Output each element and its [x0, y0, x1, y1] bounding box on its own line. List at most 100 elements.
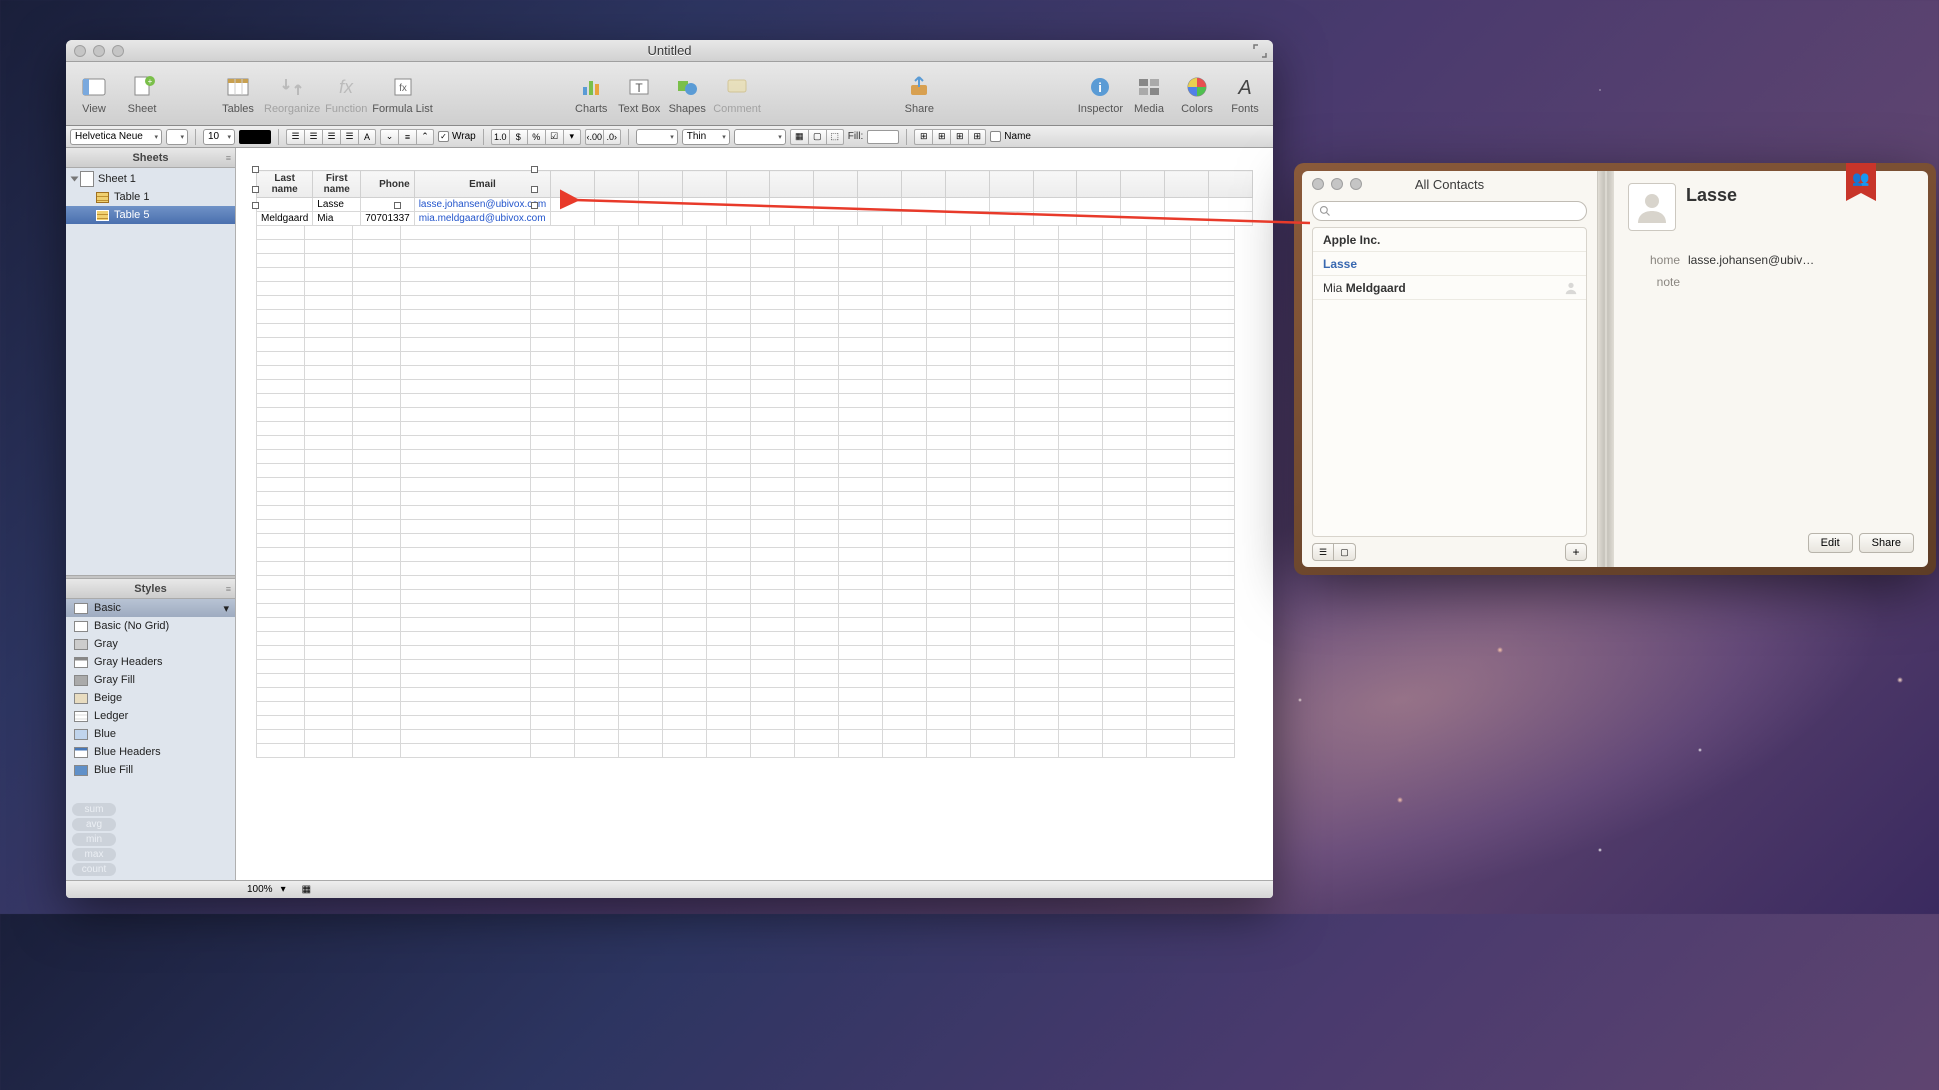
- zoom-menu-icon[interactable]: ▾: [281, 884, 286, 895]
- numbers-titlebar[interactable]: Untitled: [66, 40, 1273, 62]
- svg-text:fx: fx: [399, 83, 407, 94]
- table-row[interactable]: Lasse lasse.johansen@ubivox.com: [257, 198, 1253, 212]
- numbers-app-window: Untitled View + Sheet Tables Reorganize …: [66, 40, 1273, 898]
- valign-mid-button[interactable]: ≡: [398, 129, 416, 145]
- zoom-button[interactable]: [1350, 178, 1362, 190]
- view-button[interactable]: View: [72, 73, 116, 115]
- table-row[interactable]: Meldgaard Mia 70701337 mia.meldgaard@ubi…: [257, 212, 1253, 226]
- empty-grid-area[interactable]: [256, 225, 1235, 758]
- style-gray[interactable]: Gray: [66, 635, 235, 653]
- align-auto-button[interactable]: A: [358, 129, 376, 145]
- shapes-button[interactable]: Shapes: [665, 73, 709, 115]
- table-item-5[interactable]: Table 5: [66, 206, 235, 224]
- wrap-checkbox[interactable]: ✓Wrap: [438, 131, 476, 142]
- min-pill[interactable]: min: [72, 833, 116, 846]
- minimize-button[interactable]: [1331, 178, 1343, 190]
- sheet-button[interactable]: + Sheet: [120, 73, 164, 115]
- contact-photo[interactable]: [1628, 183, 1676, 231]
- add-contact-button[interactable]: +: [1565, 543, 1587, 561]
- avg-pill[interactable]: avg: [72, 818, 116, 831]
- col-firstname[interactable]: First name: [313, 171, 361, 198]
- textbox-button[interactable]: T Text Box: [617, 73, 661, 115]
- align-right-button[interactable]: ☰: [322, 129, 340, 145]
- contact-list-item-group[interactable]: Apple Inc.: [1313, 228, 1586, 252]
- view-card-button[interactable]: ▢: [1334, 543, 1356, 561]
- style-basic[interactable]: Basic▾: [66, 599, 235, 617]
- cols-button[interactable]: ⊞: [950, 129, 968, 145]
- dec-increase-button[interactable]: .0›: [603, 129, 621, 145]
- style-gray-fill[interactable]: Gray Fill: [66, 671, 235, 689]
- valign-top-button[interactable]: ⌄: [380, 129, 398, 145]
- border-all-button[interactable]: ▦: [790, 129, 808, 145]
- border-out-button[interactable]: ▢: [808, 129, 826, 145]
- style-blue-fill[interactable]: Blue Fill: [66, 761, 235, 779]
- zoom-level[interactable]: 100%: [247, 884, 273, 895]
- col-phone[interactable]: Phone: [361, 171, 415, 198]
- contacts-titlebar[interactable]: All Contacts: [1302, 171, 1597, 197]
- contacts-search-input[interactable]: [1312, 201, 1587, 221]
- data-table[interactable]: Last name First name Phone Email Lasse: [256, 170, 1253, 226]
- col-lastname[interactable]: Last name: [257, 171, 313, 198]
- share-button[interactable]: Share: [1859, 533, 1914, 553]
- media-button[interactable]: Media: [1127, 73, 1171, 115]
- col-email[interactable]: Email: [414, 171, 550, 198]
- footers-button[interactable]: ⊞: [932, 129, 950, 145]
- align-left-button[interactable]: ☰: [286, 129, 304, 145]
- sheet-canvas[interactable]: Last name First name Phone Email Lasse: [236, 148, 1273, 880]
- style-basic-nogrid[interactable]: Basic (No Grid): [66, 617, 235, 635]
- headers-button[interactable]: ⊞: [914, 129, 932, 145]
- align-justify-button[interactable]: ☰: [340, 129, 358, 145]
- function-button[interactable]: fx Function: [324, 73, 368, 115]
- view-list-button[interactable]: ☰: [1312, 543, 1334, 561]
- contacts-list: Apple Inc. Lasse Mia Meldgaard: [1312, 227, 1587, 537]
- border-weight-select[interactable]: Thin: [682, 129, 730, 145]
- dec-decrease-button[interactable]: ‹.00: [585, 129, 603, 145]
- colors-button[interactable]: Colors: [1175, 73, 1219, 115]
- tables-button[interactable]: Tables: [216, 73, 260, 115]
- sum-pill[interactable]: sum: [72, 803, 116, 816]
- style-ledger[interactable]: Ledger: [66, 707, 235, 725]
- valign-bottom-button[interactable]: ⌃: [416, 129, 434, 145]
- formula-list-button[interactable]: fx Formula List: [372, 73, 433, 115]
- sheet-item[interactable]: Sheet 1: [66, 170, 235, 188]
- col-blank-1[interactable]: [551, 171, 595, 198]
- close-button[interactable]: [1312, 178, 1324, 190]
- name-checkbox[interactable]: Name: [990, 131, 1031, 142]
- more-fmt-button[interactable]: ▾: [563, 129, 581, 145]
- number-format-group: 1.0 $ % ☑ ▾: [491, 129, 581, 145]
- border-none-button[interactable]: ⬚: [826, 129, 844, 145]
- border-color-select[interactable]: [734, 129, 786, 145]
- rows-button[interactable]: ⊞: [968, 129, 986, 145]
- share-button[interactable]: Share: [897, 73, 941, 115]
- view-label: View: [82, 103, 106, 115]
- bookmark-icon[interactable]: 👥: [1846, 163, 1876, 193]
- style-gray-headers[interactable]: Gray Headers: [66, 653, 235, 671]
- font-style-select[interactable]: [166, 129, 188, 145]
- fill-color-swatch[interactable]: [867, 130, 899, 144]
- count-pill[interactable]: count: [72, 863, 116, 876]
- align-center-button[interactable]: ☰: [304, 129, 322, 145]
- checkbox-fmt-button[interactable]: ☑: [545, 129, 563, 145]
- font-size-select[interactable]: 10: [203, 129, 235, 145]
- style-blue[interactable]: Blue: [66, 725, 235, 743]
- style-beige[interactable]: Beige: [66, 689, 235, 707]
- contact-list-item-lasse[interactable]: Lasse: [1313, 252, 1586, 276]
- contact-list-item-mia[interactable]: Mia Meldgaard: [1313, 276, 1586, 300]
- email-value[interactable]: lasse.johansen@ubiv…: [1688, 253, 1814, 267]
- currency-button[interactable]: $: [509, 129, 527, 145]
- table-item-1[interactable]: Table 1: [66, 188, 235, 206]
- reorganize-button[interactable]: Reorganize: [264, 73, 320, 115]
- text-color-swatch[interactable]: [239, 130, 271, 144]
- fonts-button[interactable]: A Fonts: [1223, 73, 1267, 115]
- style-blue-headers[interactable]: Blue Headers: [66, 743, 235, 761]
- decimal-button[interactable]: 1.0: [491, 129, 509, 145]
- border-style-select[interactable]: [636, 129, 678, 145]
- edit-button[interactable]: Edit: [1808, 533, 1853, 553]
- font-family-select[interactable]: Helvetica Neue: [70, 129, 162, 145]
- inspector-button[interactable]: i Inspector: [1078, 73, 1123, 115]
- max-pill[interactable]: max: [72, 848, 116, 861]
- charts-button[interactable]: Charts: [569, 73, 613, 115]
- percent-button[interactable]: %: [527, 129, 545, 145]
- fullscreen-icon[interactable]: [1253, 44, 1267, 58]
- comment-button[interactable]: Comment: [713, 73, 761, 115]
